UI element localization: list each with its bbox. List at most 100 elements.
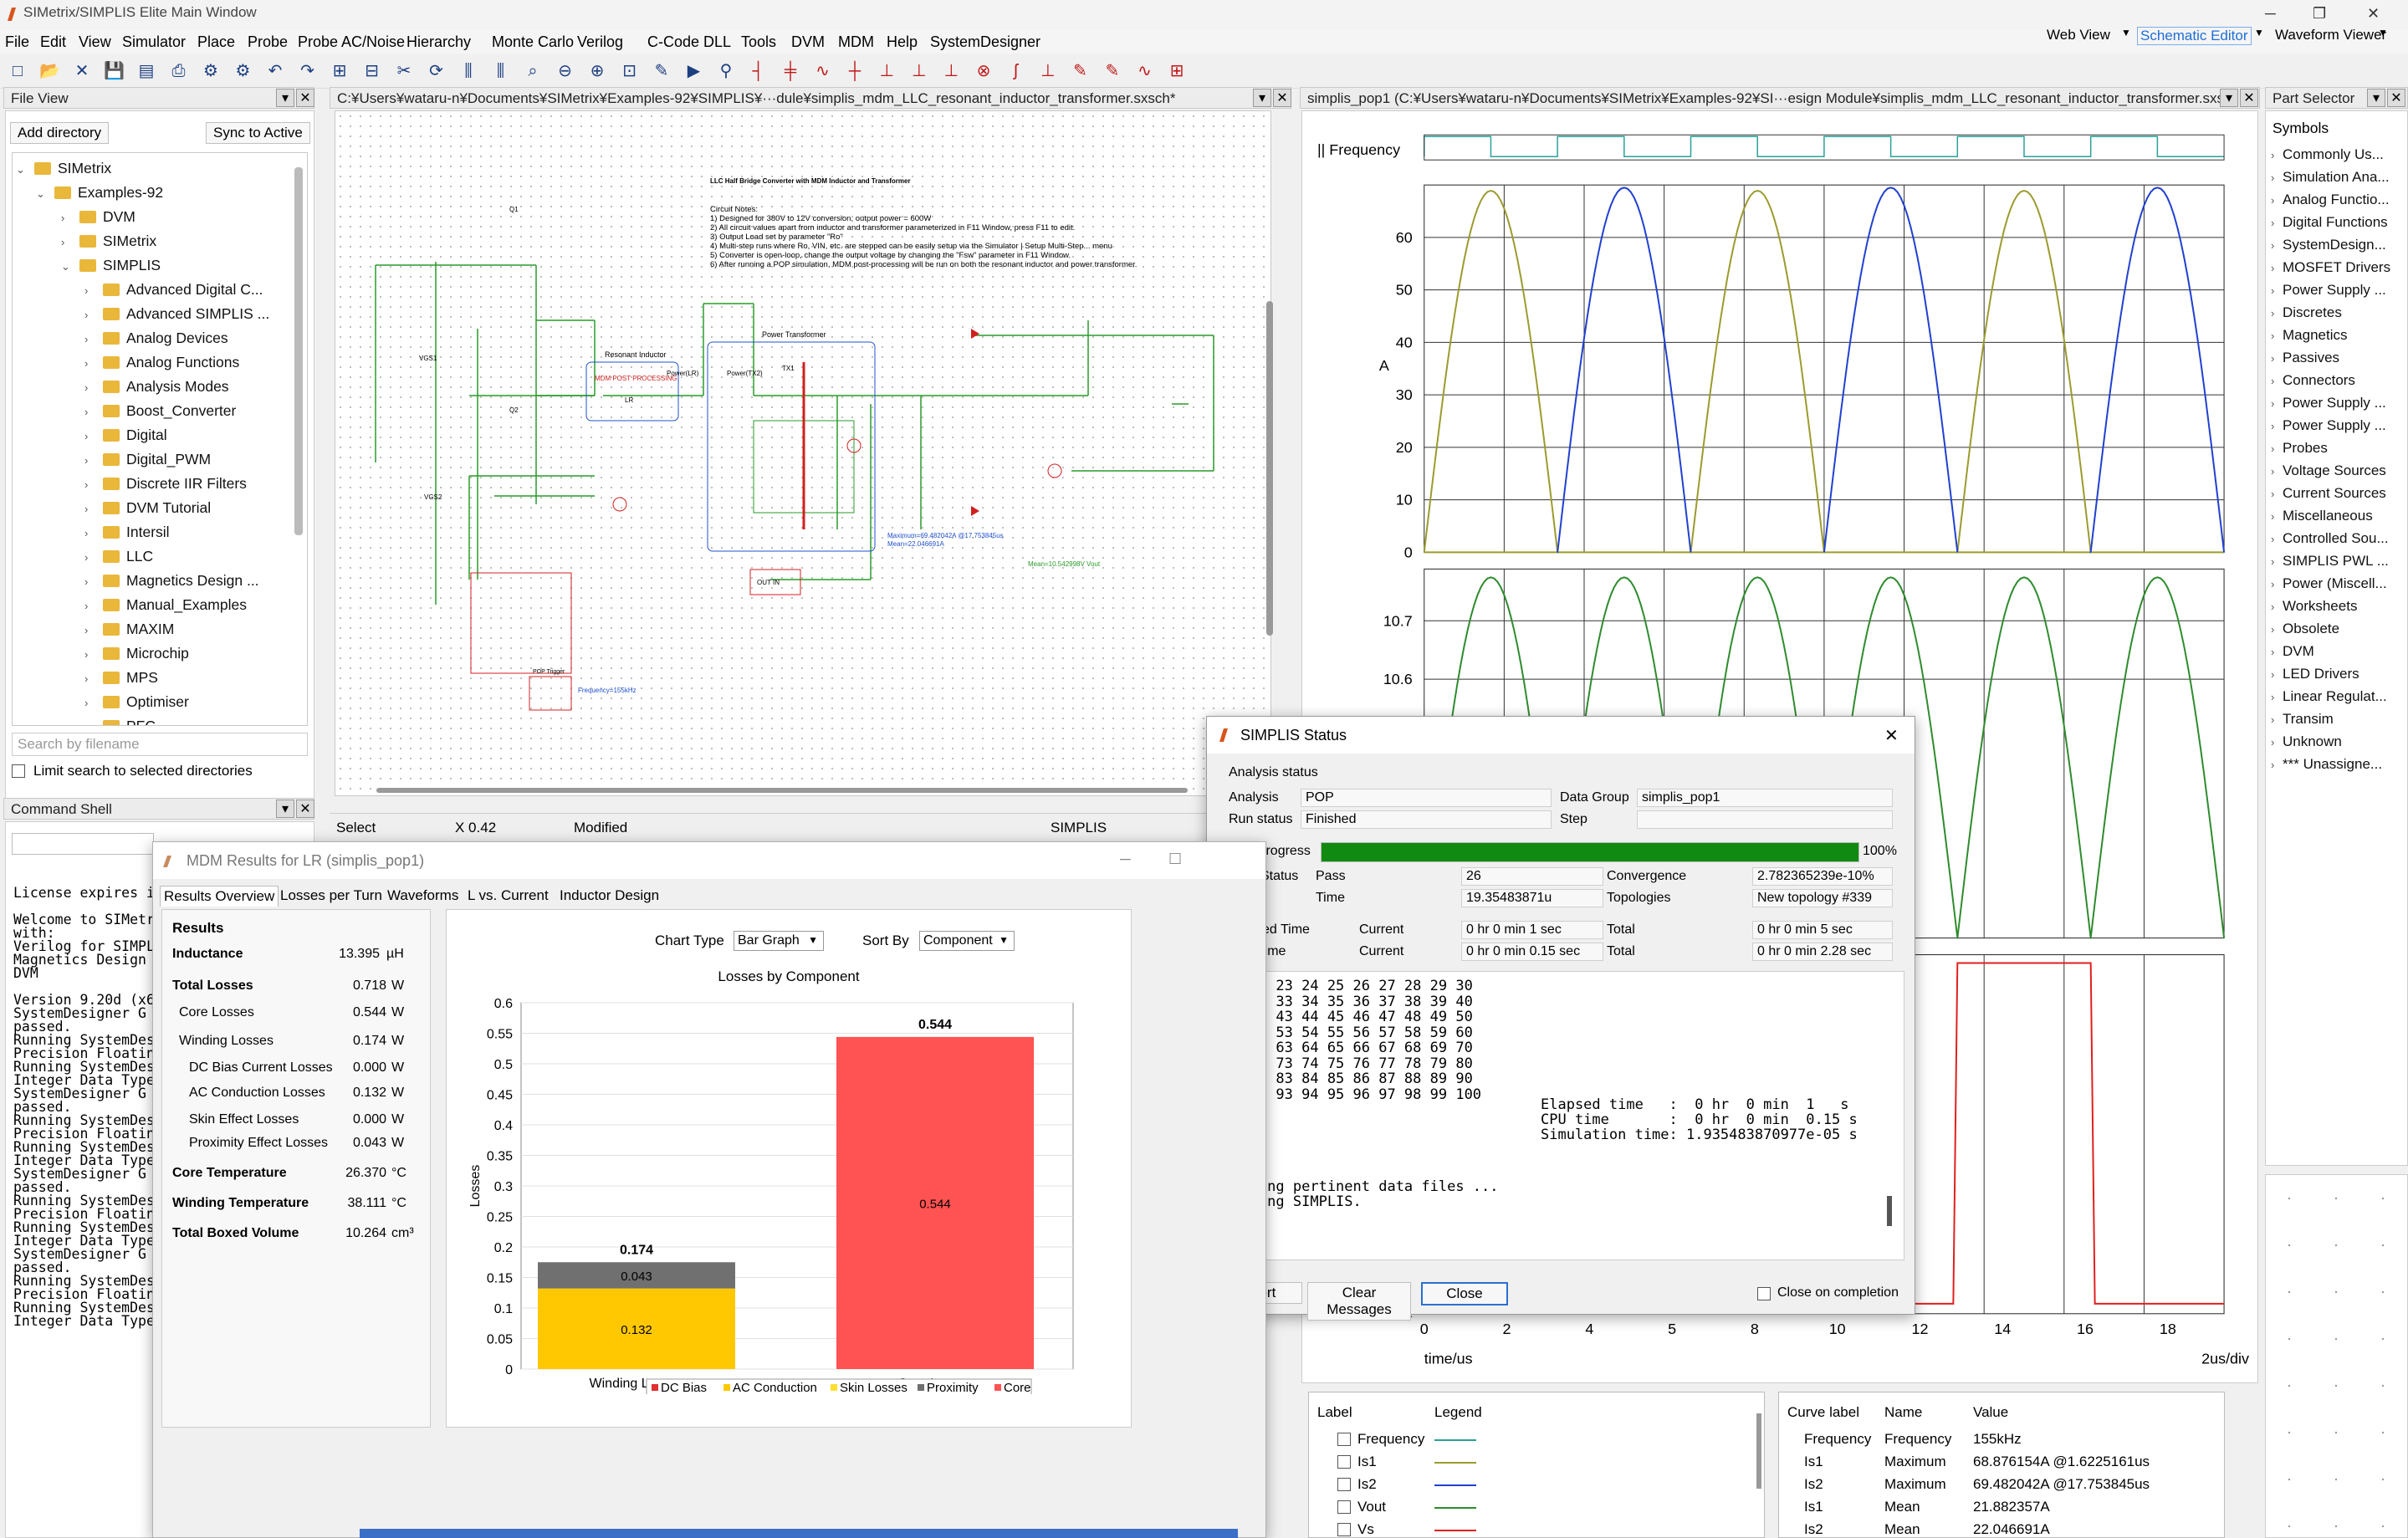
settings-icon[interactable]: ⚙ <box>233 60 254 82</box>
chevron-right-icon[interactable]: › <box>84 721 103 725</box>
chevron-right-icon[interactable]: › <box>84 697 103 709</box>
current-icon[interactable]: ʃ <box>1005 60 1027 82</box>
capacitor-icon[interactable]: ╪ <box>780 60 801 82</box>
part-category[interactable]: › Current Sources <box>2271 485 2386 502</box>
status-close-icon[interactable]: ✕ <box>1884 725 1899 746</box>
part-category[interactable]: › Probes <box>2271 440 2328 457</box>
menu-tools[interactable]: Tools <box>741 33 776 51</box>
tree-examples[interactable]: ⌄ Examples-92 <box>36 184 163 202</box>
part-category[interactable]: › Analog Functio... <box>2271 192 2390 208</box>
file-view-close-icon[interactable]: ✕ <box>296 89 314 107</box>
tree-item[interactable]: › Analysis Modes <box>84 378 229 396</box>
inductor-icon[interactable]: ∿ <box>812 60 834 82</box>
pin-icon[interactable]: ▾ <box>276 89 294 107</box>
legend-checkbox[interactable] <box>1337 1455 1351 1469</box>
menu-probe[interactable]: Probe <box>248 33 288 51</box>
legend-scrollbar[interactable] <box>1756 1413 1761 1489</box>
chevron-right-icon[interactable]: › <box>84 284 103 297</box>
place-icon[interactable]: ⊞ <box>329 60 350 82</box>
chevron-right-icon[interactable]: › <box>84 600 103 612</box>
chevron-down-icon[interactable]: ⌄ <box>36 187 54 201</box>
bjt-icon[interactable]: ⊥ <box>1037 60 1059 82</box>
diode3-icon[interactable]: ⊥ <box>941 60 963 82</box>
tree-simplis[interactable]: ⌄ SIMPLIS <box>61 257 161 274</box>
probe2-icon[interactable]: ⫼ <box>490 60 512 82</box>
schem-h-scrollbar[interactable] <box>376 788 1188 793</box>
save-icon[interactable]: 💾 <box>104 60 125 82</box>
tree-item[interactable]: › Advanced SIMPLIS ... <box>84 305 269 323</box>
probe1-icon[interactable]: ⫼ <box>458 60 479 82</box>
open-icon[interactable]: 📂 <box>39 60 61 82</box>
part-category[interactable]: › Magnetics <box>2271 327 2347 344</box>
chevron-right-icon[interactable]: › <box>61 212 79 224</box>
simplis-log[interactable]: 21 22 23 24 25 26 27 28 29 30 31 32 33 3… <box>1217 971 1904 1260</box>
chevron-right-icon[interactable]: › <box>84 624 103 636</box>
menu-file[interactable]: File <box>5 33 29 51</box>
part-category[interactable]: › Transim <box>2271 711 2334 728</box>
tree-item[interactable]: › MPS <box>84 669 158 687</box>
mdm-minimize-icon[interactable]: ─ <box>1120 851 1131 868</box>
menu-systemdesigner[interactable]: SystemDesigner <box>930 33 1040 51</box>
wave-close-icon[interactable]: ✕ <box>2240 89 2258 107</box>
chevron-right-icon[interactable]: › <box>84 309 103 321</box>
close-icon[interactable]: ✕ <box>2367 5 2380 23</box>
menu-help[interactable]: Help <box>887 33 918 51</box>
menu-probe-ac-noise[interactable]: Probe AC/Noise <box>298 33 405 51</box>
web-view-tab[interactable]: Web View <box>2047 27 2110 43</box>
curve-table[interactable]: Curve label Name Value Frequency Frequenc… <box>1778 1392 2225 1538</box>
zoom-icon[interactable]: ⌕ <box>522 60 544 82</box>
scope-icon[interactable]: ⊞ <box>1166 60 1188 82</box>
chevron-right-icon[interactable]: › <box>84 503 103 515</box>
source-icon[interactable]: ⊗ <box>973 60 994 82</box>
diode2-icon[interactable]: ⊥ <box>908 60 930 82</box>
run-icon[interactable]: ▶ <box>683 60 705 82</box>
tree-simetrix[interactable]: ⌄ SIMetrix <box>16 160 111 177</box>
part-category[interactable]: › DVM <box>2271 643 2314 660</box>
zoom-box-icon[interactable]: ⊡ <box>619 60 641 82</box>
part-category[interactable]: › Power Supply ... <box>2271 395 2386 411</box>
menu-hierarchy[interactable]: Hierarchy <box>406 33 471 51</box>
tree-item[interactable]: › LLC <box>84 548 153 565</box>
chevron-down-icon[interactable]: ⌄ <box>16 163 34 176</box>
tab-l-vs-current[interactable]: L vs. Current <box>464 886 552 906</box>
legend-checkbox[interactable] <box>1337 1433 1351 1446</box>
part-category[interactable]: › Discretes <box>2271 304 2342 321</box>
schematic-editor-tab[interactable]: Schematic Editor <box>2137 27 2252 45</box>
tree-item[interactable]: › Digital_PWM <box>84 451 211 468</box>
part-category[interactable]: › Power Supply ... <box>2271 282 2386 299</box>
search-by-filename-input[interactable]: Search by filename <box>12 733 308 756</box>
legend-table[interactable]: Label Legend Frequency Is1 Is2 Vout Vs <box>1308 1392 1765 1538</box>
tree-item[interactable]: › Analog Devices <box>84 330 228 347</box>
tree-item[interactable]: › Boost_Converter <box>84 402 236 420</box>
part-category[interactable]: › SystemDesign... <box>2271 237 2386 253</box>
part-category[interactable]: › Linear Regulat... <box>2271 688 2387 705</box>
chevron-right-icon[interactable]: › <box>84 551 103 564</box>
tree-item[interactable]: › Intersil <box>84 524 170 541</box>
tree-item[interactable]: › DVM Tutorial <box>84 499 211 517</box>
command-input[interactable] <box>12 833 154 855</box>
wave-pin-icon[interactable]: ▾ <box>2220 89 2238 107</box>
print-icon[interactable]: ⎙ <box>168 60 190 82</box>
tree-item[interactable]: › Discrete IIR Filters <box>84 475 247 493</box>
save-all-icon[interactable]: ▤ <box>135 60 157 82</box>
tree-dvm[interactable]: › DVM <box>61 208 135 226</box>
part-category[interactable]: › Unknown <box>2271 733 2342 750</box>
redo-icon[interactable]: ↷ <box>297 60 319 82</box>
tree-item[interactable]: › Digital <box>84 427 167 444</box>
part-category[interactable]: › Power Supply ... <box>2271 417 2386 434</box>
legend-checkbox[interactable] <box>1337 1523 1351 1536</box>
cmd-close-icon[interactable]: ✕ <box>296 800 314 818</box>
menu-view[interactable]: View <box>79 33 111 51</box>
cut-icon[interactable]: ✂ <box>393 60 415 82</box>
tree-item[interactable]: › Analog Functions <box>84 354 239 371</box>
part-category[interactable]: › Commonly Us... <box>2271 146 2384 163</box>
mdm-maximize-icon[interactable]: ☐ <box>1168 851 1182 868</box>
add-directory-button[interactable]: Add directory <box>10 122 110 144</box>
part-category[interactable]: › Voltage Sources <box>2271 462 2386 479</box>
menu-dvm[interactable]: DVM <box>791 33 825 51</box>
binoculars-icon[interactable]: ⚲ <box>715 60 737 82</box>
probe-icon[interactable]: ✎ <box>1102 60 1123 82</box>
part-category[interactable]: › Obsolete <box>2271 621 2339 637</box>
parts-close-icon[interactable]: ✕ <box>2387 89 2405 107</box>
part-category[interactable]: › Controlled Sou... <box>2271 530 2389 547</box>
